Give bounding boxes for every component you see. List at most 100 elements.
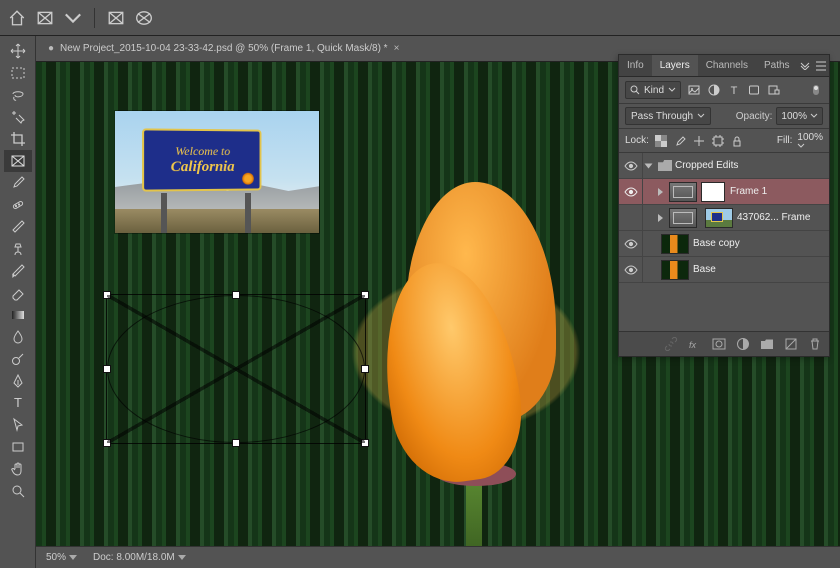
layer-filter-row: Kind T: [619, 77, 829, 104]
marquee-tool-icon[interactable]: [4, 62, 32, 84]
transform-handle-bc[interactable]: [232, 439, 240, 447]
panel-collapse-icon[interactable]: [798, 55, 814, 76]
transform-handle-tc[interactable]: [232, 291, 240, 299]
fill-field[interactable]: 100%: [797, 132, 823, 149]
frame-shape-picker-icon[interactable]: [36, 9, 54, 27]
transform-handle-mr[interactable]: [361, 365, 369, 373]
panel-menu-icon[interactable]: [813, 55, 829, 76]
home-icon[interactable]: [8, 9, 26, 27]
transform-handle-bl[interactable]: [103, 439, 111, 447]
tab-channels[interactable]: Channels: [698, 55, 756, 76]
brush-tool-icon[interactable]: [4, 216, 32, 238]
filter-smart-icon[interactable]: [767, 83, 781, 97]
layer-content-thumbnail[interactable]: [705, 208, 733, 228]
document-tab[interactable]: ● New Project_2015-10-04 23-33-42.psd @ …: [38, 36, 409, 62]
layer-name[interactable]: Frame 1: [730, 186, 825, 197]
layer-thumbnail[interactable]: [669, 182, 697, 202]
tab-layers[interactable]: Layers: [652, 55, 698, 76]
dodge-tool-icon[interactable]: [4, 348, 32, 370]
visibility-toggle-icon[interactable]: [619, 153, 643, 178]
frame-tool-icon[interactable]: [4, 150, 32, 172]
filter-type-icon[interactable]: T: [727, 83, 741, 97]
layer-mask-thumbnail[interactable]: [701, 182, 725, 202]
layer-row-frame1[interactable]: Frame 1: [619, 179, 829, 205]
layer-name[interactable]: Base: [693, 264, 825, 275]
filter-toggle-switch[interactable]: [809, 83, 823, 97]
rect-frame-icon[interactable]: [107, 9, 125, 27]
filter-shape-icon[interactable]: [747, 83, 761, 97]
hand-tool-icon[interactable]: [4, 458, 32, 480]
layer-list: Cropped Edits Frame 1 437062... Frame Ba…: [619, 153, 829, 331]
lock-position-icon[interactable]: [692, 134, 706, 148]
svg-text:T: T: [14, 395, 22, 410]
placed-image-sign[interactable]: Welcome to California: [114, 110, 320, 234]
visibility-toggle-icon[interactable]: [619, 231, 643, 256]
path-select-tool-icon[interactable]: [4, 414, 32, 436]
transform-handle-tr[interactable]: [361, 291, 369, 299]
blend-mode-dropdown[interactable]: Pass Through: [625, 107, 711, 125]
visibility-toggle-icon[interactable]: [619, 257, 643, 282]
opacity-label: Opacity:: [736, 111, 773, 122]
eyedropper-tool-icon[interactable]: [4, 172, 32, 194]
lock-pixels-icon[interactable]: [673, 134, 687, 148]
layer-name[interactable]: 437062... Frame: [737, 212, 825, 223]
delete-layer-icon[interactable]: [807, 336, 823, 352]
lock-transparency-icon[interactable]: [654, 134, 668, 148]
zoom-tool-icon[interactable]: [4, 480, 32, 502]
zoom-chevron-icon[interactable]: [69, 555, 77, 560]
canvas-flower-graphic: [366, 142, 586, 546]
history-brush-tool-icon[interactable]: [4, 260, 32, 282]
transform-handle-tl[interactable]: [103, 291, 111, 299]
layer-thumbnail[interactable]: [669, 208, 697, 228]
type-tool-icon[interactable]: T: [4, 392, 32, 414]
transform-handle-br[interactable]: [361, 439, 369, 447]
frame-disclose-icon[interactable]: [658, 188, 663, 196]
visibility-empty[interactable]: [619, 205, 643, 230]
gradient-tool-icon[interactable]: [4, 304, 32, 326]
quick-select-tool-icon[interactable]: [4, 106, 32, 128]
layer-row-base[interactable]: Base: [619, 257, 829, 283]
blur-tool-icon[interactable]: [4, 326, 32, 348]
lasso-tool-icon[interactable]: [4, 84, 32, 106]
ellipse-frame-icon[interactable]: [135, 9, 153, 27]
filter-adjustment-icon[interactable]: [707, 83, 721, 97]
frame-disclose-icon[interactable]: [658, 214, 663, 222]
clone-tool-icon[interactable]: [4, 238, 32, 260]
opacity-field[interactable]: 100%: [776, 107, 823, 125]
doc-info-chevron-icon[interactable]: [178, 555, 186, 560]
crop-tool-icon[interactable]: [4, 128, 32, 150]
group-disclose-icon[interactable]: [645, 163, 653, 168]
transform-bounding-box[interactable]: [106, 294, 366, 444]
layer-name[interactable]: Base copy: [693, 238, 825, 249]
layer-thumbnail[interactable]: [661, 260, 689, 280]
add-mask-icon[interactable]: [711, 336, 727, 352]
tab-info[interactable]: Info: [619, 55, 652, 76]
new-layer-icon[interactable]: [783, 336, 799, 352]
layer-row-basecopy[interactable]: Base copy: [619, 231, 829, 257]
layer-row-imgframe[interactable]: 437062... Frame: [619, 205, 829, 231]
add-adjustment-icon[interactable]: [735, 336, 751, 352]
tab-paths[interactable]: Paths: [756, 55, 798, 76]
rectangle-tool-icon[interactable]: [4, 436, 32, 458]
lock-artboard-icon[interactable]: [711, 134, 725, 148]
visibility-toggle-icon[interactable]: [619, 179, 643, 204]
eraser-tool-icon[interactable]: [4, 282, 32, 304]
move-tool-icon[interactable]: [4, 40, 32, 62]
layer-group-row[interactable]: Cropped Edits: [619, 153, 829, 179]
filter-kind-dropdown[interactable]: Kind: [625, 81, 681, 99]
add-group-icon[interactable]: [759, 336, 775, 352]
pen-tool-icon[interactable]: [4, 370, 32, 392]
filter-pixel-icon[interactable]: [687, 83, 701, 97]
document-tab-close-icon[interactable]: ×: [394, 43, 400, 54]
panel-tab-bar: Info Layers Channels Paths: [619, 55, 829, 77]
document-info-readout[interactable]: Doc: 8.00M/18.0M: [93, 552, 186, 563]
frame-picker-chevron-icon[interactable]: [64, 9, 82, 27]
toolbox: T: [0, 36, 36, 568]
zoom-level-readout[interactable]: 50%: [46, 552, 77, 563]
layer-name[interactable]: Cropped Edits: [675, 160, 825, 171]
lock-all-icon[interactable]: [730, 134, 744, 148]
layer-fx-icon[interactable]: fx: [687, 336, 703, 352]
transform-handle-ml[interactable]: [103, 365, 111, 373]
healing-tool-icon[interactable]: [4, 194, 32, 216]
layer-thumbnail[interactable]: [661, 234, 689, 254]
